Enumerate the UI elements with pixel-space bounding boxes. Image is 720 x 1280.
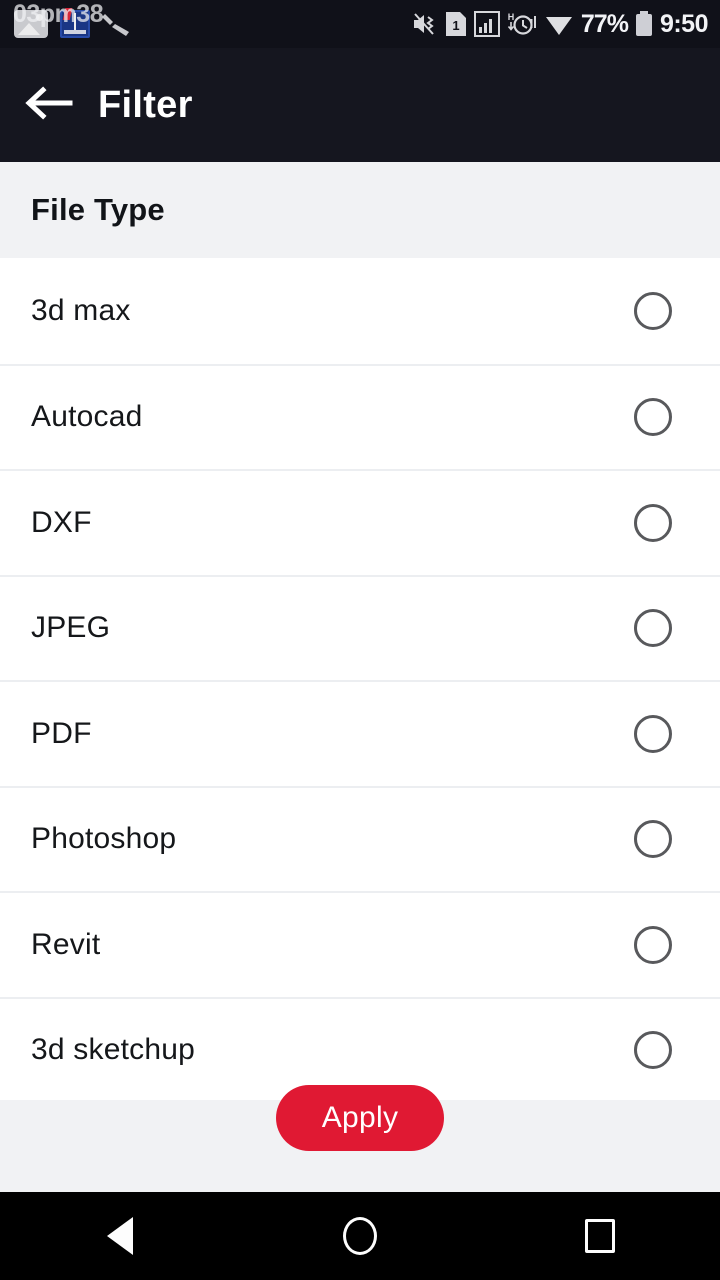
radio-autocad[interactable] bbox=[634, 398, 672, 437]
app-bar: Filter bbox=[0, 48, 720, 162]
list-item-label: Autocad bbox=[31, 400, 143, 434]
list-item-pdf[interactable]: PDF bbox=[0, 680, 720, 786]
list-item-label: DXF bbox=[31, 505, 92, 539]
page-title: Filter bbox=[98, 83, 193, 126]
section-header-file-type: File Type bbox=[0, 162, 720, 258]
list-item-label: Photoshop bbox=[31, 822, 177, 856]
list-item-autocad[interactable]: Autocad bbox=[0, 363, 720, 469]
section-title: File Type bbox=[31, 192, 165, 227]
radio-pdf[interactable] bbox=[634, 714, 672, 753]
list-item-label: PDF bbox=[31, 716, 92, 750]
list-item-label: 3d max bbox=[31, 293, 131, 327]
phone-screen: 1 H 77% 9:50 03pm38 Filter File Type 3d … bbox=[0, 0, 720, 1280]
svg-text:H: H bbox=[508, 12, 515, 22]
radio-jpeg[interactable] bbox=[634, 609, 672, 648]
battery-icon bbox=[635, 11, 653, 37]
alarm-clock-icon: H bbox=[507, 10, 537, 38]
nav-back-triangle-icon bbox=[107, 1217, 133, 1255]
battery-percent-label: 77% bbox=[580, 9, 629, 38]
signal-bars-icon bbox=[473, 11, 500, 37]
radio-3d-max[interactable] bbox=[634, 291, 672, 330]
list-item-photoshop[interactable]: Photoshop bbox=[0, 785, 720, 891]
nav-recents-button[interactable] bbox=[540, 1192, 660, 1280]
nav-back-button[interactable] bbox=[60, 1192, 180, 1280]
list-item-label: JPEG bbox=[31, 611, 111, 645]
svg-text:1: 1 bbox=[452, 18, 459, 33]
list-item-dxf[interactable]: DXF bbox=[0, 469, 720, 575]
volume-mute-vibrate-icon bbox=[412, 11, 438, 37]
wifi-icon bbox=[544, 11, 574, 37]
status-bar: 1 H 77% 9:50 03pm38 bbox=[0, 0, 720, 48]
radio-revit[interactable] bbox=[634, 925, 672, 964]
sim-card-1-icon: 1 bbox=[445, 11, 467, 37]
list-item-label: Revit bbox=[31, 927, 101, 961]
list-item-revit[interactable]: Revit bbox=[0, 891, 720, 997]
list-item-label: 3d sketchup bbox=[31, 1033, 195, 1067]
list-item-jpeg[interactable]: JPEG bbox=[0, 574, 720, 680]
nav-recents-square-icon bbox=[585, 1219, 615, 1253]
status-bar-clock: 9:50 bbox=[659, 9, 709, 38]
status-bar-indicators: 1 H 77% 9:50 03pm38 bbox=[13, 0, 709, 39]
android-nav-bar bbox=[0, 1192, 720, 1280]
file-type-list: 3d max Autocad DXF JPEG PDF Photoshop Re… bbox=[0, 258, 720, 1100]
arrow-left-icon bbox=[23, 83, 73, 128]
radio-dxf[interactable] bbox=[634, 503, 672, 542]
magic-wand-icon bbox=[102, 10, 132, 38]
apply-button[interactable]: Apply bbox=[276, 1085, 444, 1151]
list-item-3d-max[interactable]: 3d max bbox=[0, 258, 720, 364]
nav-home-button[interactable] bbox=[300, 1192, 420, 1280]
back-button[interactable] bbox=[0, 48, 96, 162]
status-bar-clock-ghost: 03pm38 bbox=[13, 0, 104, 28]
nav-home-circle-icon bbox=[343, 1217, 377, 1255]
radio-photoshop[interactable] bbox=[634, 820, 672, 859]
radio-3d-sketchup[interactable] bbox=[634, 1031, 672, 1070]
